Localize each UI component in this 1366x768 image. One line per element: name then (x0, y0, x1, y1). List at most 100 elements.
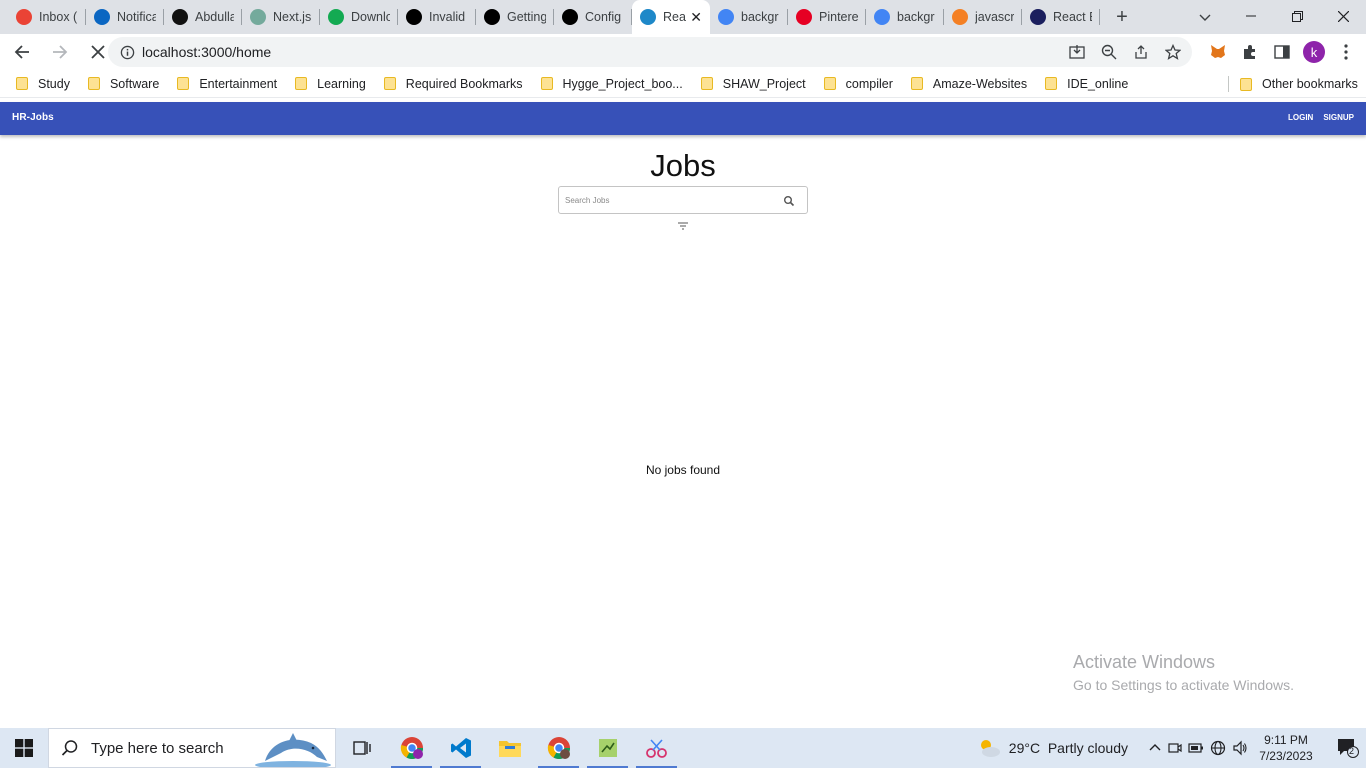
battery-icon[interactable] (1188, 741, 1204, 755)
search-icon[interactable] (783, 195, 795, 207)
gmail-icon (16, 9, 32, 25)
bookmark-folder[interactable]: Entertainment (177, 77, 277, 91)
browser-tab[interactable]: React E (1022, 0, 1100, 34)
bookmarks-bar: Study Software Entertainment Learning Requir… (0, 70, 1366, 98)
app-brand[interactable]: HR-Jobs (12, 112, 54, 123)
vscode-icon (450, 738, 471, 758)
bookmark-folder[interactable]: Learning (295, 77, 366, 91)
browser-tab[interactable]: javascr (944, 0, 1022, 34)
other-bookmarks-folder[interactable]: Other bookmarks (1240, 70, 1358, 98)
react-icon (640, 9, 656, 25)
address-bar[interactable]: localhost:3000/home (108, 37, 1192, 67)
bookmark-folder[interactable]: Hygge_Project_boo... (540, 76, 683, 91)
bookmark-folder[interactable]: Amaze-Websites (910, 76, 1028, 91)
weather-widget[interactable]: 29°C Partly cloudy (977, 737, 1128, 759)
site-info-icon[interactable] (112, 45, 142, 60)
browser-tab[interactable]: Getting (476, 0, 554, 34)
install-app-icon[interactable] (1064, 39, 1090, 65)
tab-title: Config (585, 10, 622, 24)
tab-title: Abdulla (195, 10, 234, 24)
taskbar-apps (338, 728, 681, 768)
back-button[interactable] (6, 36, 38, 68)
volume-icon[interactable] (1232, 740, 1248, 756)
taskbar-file-explorer[interactable] (485, 728, 534, 768)
windows-logo-icon (15, 739, 33, 757)
folder-icon (1045, 77, 1058, 90)
taskbar-vscode[interactable] (436, 728, 485, 768)
bookmark-folder[interactable]: SHAW_Project (700, 77, 806, 91)
browser-tab[interactable]: backgr (866, 0, 944, 34)
chevron-up-icon[interactable] (1148, 741, 1162, 755)
folder-icon (823, 77, 836, 90)
minimize-button[interactable] (1228, 0, 1274, 32)
profile-initial: k (1303, 41, 1325, 63)
action-center-button[interactable]: 2 (1330, 728, 1366, 768)
notepad-icon (598, 739, 617, 757)
browser-tab[interactable]: Downlo (320, 0, 398, 34)
watermark-subtitle: Go to Settings to activate Windows. (1073, 677, 1294, 693)
new-tab-button[interactable]: + (1108, 3, 1136, 31)
task-view-button[interactable] (338, 728, 387, 768)
browser-tab[interactable]: Abdulla (164, 0, 242, 34)
bookmark-folder[interactable]: Software (87, 77, 159, 91)
bookmark-label: Amaze-Websites (932, 76, 1028, 91)
network-globe-icon[interactable] (1210, 740, 1226, 756)
notification-count: 2 (1348, 746, 1354, 756)
bookmark-folder[interactable]: Required Bookmarks (383, 77, 523, 91)
login-button[interactable]: LOGIN (1288, 113, 1313, 122)
close-window-button[interactable] (1320, 0, 1366, 32)
bookmark-folder[interactable]: compiler (823, 76, 893, 91)
browser-tab[interactable]: Inbox ( (8, 0, 86, 34)
taskbar-chrome-profile-k[interactable] (387, 728, 436, 768)
extensions-puzzle-icon[interactable] (1234, 36, 1266, 68)
taskbar-clock[interactable]: 9:11 PM 7/23/2023 (1256, 732, 1316, 764)
zoom-icon[interactable] (1096, 39, 1122, 65)
browser-tab[interactable]: Next.js (242, 0, 320, 34)
clock-date: 7/23/2023 (1259, 749, 1313, 763)
taskbar-search[interactable]: Type here to search (48, 728, 336, 768)
browser-tab[interactable]: Pintere (788, 0, 866, 34)
kebab-menu-icon (1344, 44, 1348, 60)
tab-search-button[interactable] (1192, 4, 1218, 30)
react-editor-icon (1030, 9, 1046, 25)
profile-avatar[interactable]: k (1298, 36, 1330, 68)
page-title: Jobs (650, 148, 716, 183)
taskbar-snipping-tool[interactable] (632, 728, 681, 768)
restore-icon (1291, 10, 1303, 22)
bookmark-folder[interactable]: IDE_online (1045, 77, 1128, 91)
extensions-area: k (1202, 36, 1362, 68)
bookmark-folder[interactable]: Study (16, 77, 70, 91)
partly-cloudy-icon (980, 740, 1000, 757)
browser-tab[interactable]: Config (554, 0, 632, 34)
metamask-fox-icon[interactable] (1202, 36, 1234, 68)
start-button[interactable] (0, 728, 48, 768)
meet-now-icon[interactable] (1168, 741, 1182, 755)
browser-menu-button[interactable] (1330, 36, 1362, 68)
bookmark-star-icon[interactable] (1160, 39, 1186, 65)
share-icon[interactable] (1128, 39, 1154, 65)
app-header: HR-Jobs LOGIN SIGNUP (0, 102, 1366, 135)
close-tab-icon[interactable]: ✕ (690, 9, 702, 26)
side-panel-icon[interactable] (1266, 36, 1298, 68)
bookmark-label: Hygge_Project_boo... (562, 76, 683, 91)
browser-tab[interactable]: Rea ✕ (632, 0, 710, 34)
tab-title: Next.js (273, 10, 312, 24)
chrome-icon (547, 737, 570, 759)
arrow-right-icon (53, 45, 68, 59)
restore-button[interactable] (1274, 0, 1320, 32)
forward-button[interactable] (44, 36, 76, 68)
job-search-input[interactable] (565, 192, 775, 208)
bookmark-label: compiler (845, 76, 893, 91)
google-icon (718, 9, 734, 25)
filter-icon[interactable] (677, 221, 689, 231)
clock-time: 9:11 PM (1264, 733, 1308, 747)
bookmark-label: Entertainment (199, 76, 278, 91)
browser-tab[interactable]: Notifica (86, 0, 164, 34)
folder-icon (700, 77, 713, 90)
taskbar-chrome-profile-a[interactable] (534, 728, 583, 768)
browser-tab[interactable]: backgr (710, 0, 788, 34)
taskbar-notepad-plus[interactable] (583, 728, 632, 768)
empty-state-message: No jobs found (645, 463, 721, 477)
browser-tab[interactable]: Invalid (398, 0, 476, 34)
signup-button[interactable]: SIGNUP (1323, 113, 1354, 122)
